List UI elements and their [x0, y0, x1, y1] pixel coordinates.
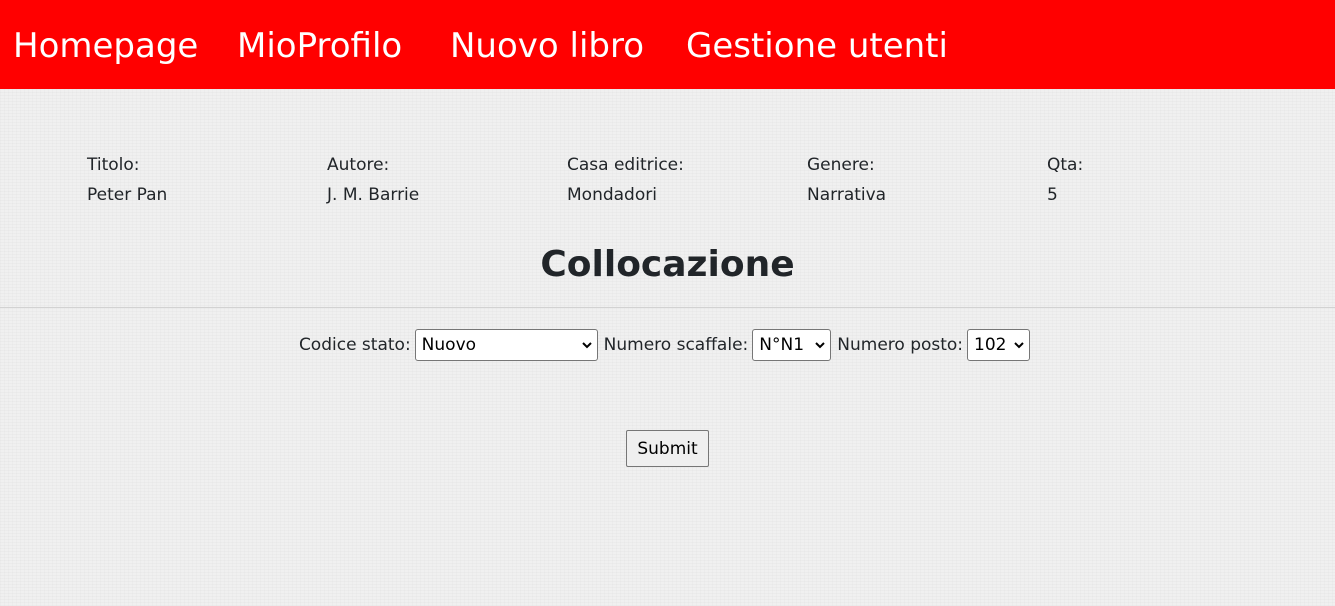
collocazione-form: Codice stato: Nuovo Numero scaffale: N°N… — [0, 328, 1335, 361]
titolo-value: Peter Pan — [87, 185, 168, 205]
numero-posto-label: Numero posto: — [837, 334, 964, 355]
casa-editrice-value: Mondadori — [567, 185, 657, 205]
numero-posto-value: 102 — [974, 334, 1007, 355]
codice-stato-select[interactable]: Nuovo — [414, 328, 598, 361]
codice-stato-label: Codice stato: — [298, 334, 411, 355]
nav-link-nuovo-libro[interactable]: Nuovo libro — [450, 24, 644, 68]
autore-label: Autore: — [327, 155, 390, 175]
book-field-genere: Genere: Narrativa — [807, 153, 1037, 207]
chevron-down-icon — [581, 341, 592, 348]
nav-link-mio-profilo[interactable]: MioProfilo — [237, 24, 402, 68]
genere-value: Narrativa — [807, 185, 887, 205]
top-navbar: Homepage MioProfilo Nuovo libro Gestione… — [0, 0, 1335, 89]
nav-link-gestione-utenti[interactable]: Gestione utenti — [686, 24, 948, 68]
chevron-down-icon — [815, 341, 825, 348]
book-field-autore: Autore: J. M. Barrie — [327, 153, 557, 207]
numero-scaffale-value: N°N1 — [759, 334, 805, 355]
casa-editrice-label: Casa editrice: — [567, 155, 684, 175]
book-info: Titolo: Peter Pan Autore: J. M. Barrie C… — [87, 153, 1287, 213]
submit-button[interactable]: Submit — [626, 430, 709, 467]
numero-posto-select[interactable]: 102 — [967, 328, 1031, 361]
genere-label: Genere: — [807, 155, 875, 175]
section-divider — [0, 307, 1335, 308]
codice-stato-value: Nuovo — [421, 334, 477, 355]
numero-scaffale-label: Numero scaffale: — [603, 334, 749, 355]
autore-value: J. M. Barrie — [327, 185, 420, 205]
book-field-casa-editrice: Casa editrice: Mondadori — [567, 153, 797, 207]
book-field-titolo: Titolo: Peter Pan — [87, 153, 317, 207]
numero-scaffale-select[interactable]: N°N1 — [752, 328, 832, 361]
collocazione-title: Collocazione — [540, 244, 795, 285]
titolo-label: Titolo: — [87, 155, 140, 175]
qta-label: Qta: — [1047, 155, 1084, 175]
chevron-down-icon — [1014, 341, 1024, 348]
qta-value: 5 — [1047, 185, 1058, 205]
book-field-qta: Qta: 5 — [1047, 153, 1277, 207]
nav-link-homepage[interactable]: Homepage — [13, 24, 198, 68]
